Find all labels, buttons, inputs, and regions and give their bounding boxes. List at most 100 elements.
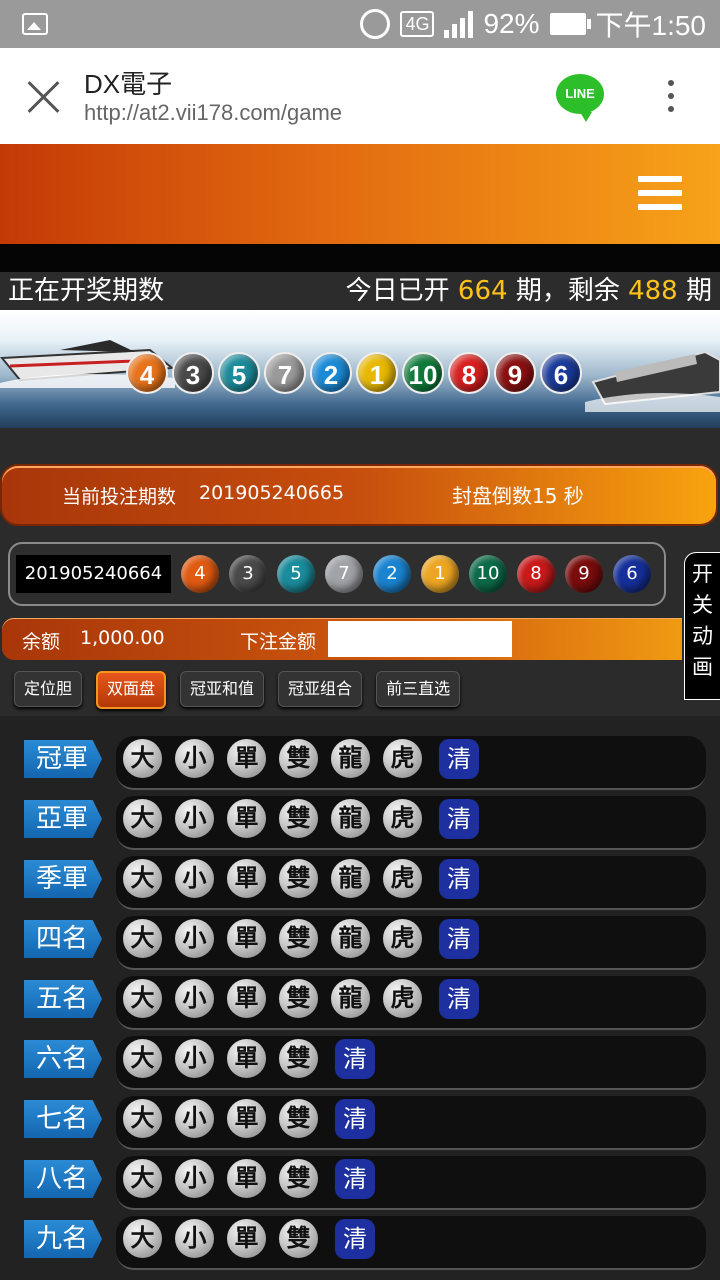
bet-option-chip[interactable]: 小: [175, 919, 214, 958]
bet-option-chip[interactable]: 虎: [383, 919, 422, 958]
bet-option-chip[interactable]: 小: [175, 1159, 214, 1198]
bet-option-chip[interactable]: 雙: [279, 739, 318, 778]
bet-option-chip[interactable]: 龍: [331, 919, 370, 958]
result-ball: 3: [229, 555, 267, 593]
result-ball: 7: [325, 555, 363, 593]
bet-option-chip[interactable]: 單: [227, 1159, 266, 1198]
bet-option-chip[interactable]: 雙: [279, 1039, 318, 1078]
tab-bet-type[interactable]: 冠亚组合: [278, 671, 363, 707]
tab-bet-type[interactable]: 冠亚和值: [180, 671, 265, 707]
bet-option-chip[interactable]: 大: [123, 1219, 162, 1258]
result-ball: 2: [373, 555, 411, 593]
site-header: [0, 144, 720, 244]
bet-option-chip[interactable]: 小: [175, 739, 214, 778]
bet-option-chip[interactable]: 大: [123, 979, 162, 1018]
clear-button[interactable]: 清: [335, 1099, 375, 1139]
bet-option-chip[interactable]: 龍: [331, 799, 370, 838]
bet-row: 四名大小單雙龍虎清: [0, 914, 720, 972]
bet-option-chip[interactable]: 大: [123, 1099, 162, 1138]
bet-option-chip[interactable]: 雙: [279, 859, 318, 898]
anim-toggle-char: 动: [692, 624, 713, 648]
bet-option-chip[interactable]: 單: [227, 739, 266, 778]
more-options-icon[interactable]: [668, 80, 676, 114]
clear-button[interactable]: 清: [335, 1159, 375, 1199]
bet-option-chip[interactable]: 小: [175, 979, 214, 1018]
bet-option-chip[interactable]: 雙: [279, 919, 318, 958]
draw-stats: 今日已开 664 期，剩余 488 期: [346, 272, 712, 310]
tab-bet-type[interactable]: 定位胆: [14, 671, 83, 707]
bet-option-chip[interactable]: 雙: [279, 979, 318, 1018]
bet-row: 冠軍大小單雙龍虎清: [0, 734, 720, 792]
draw-info-bar: 正在开奖期数 今日已开 664 期，剩余 488 期: [0, 272, 720, 310]
bet-option-chip[interactable]: 單: [227, 1039, 266, 1078]
menu-icon[interactable]: [638, 176, 682, 212]
bet-row-label: 六名: [24, 1040, 102, 1078]
clear-button[interactable]: 清: [439, 799, 479, 839]
last-result-balls: 4 3 5 7 2 1 10 8 9 6: [181, 555, 651, 593]
bet-amount-input[interactable]: [328, 621, 512, 657]
bet-option-chip[interactable]: 大: [123, 739, 162, 778]
page-title: DX電子: [84, 69, 173, 99]
bet-option-chip[interactable]: 虎: [383, 799, 422, 838]
bet-row-label: 九名: [24, 1220, 102, 1258]
bet-option-chip[interactable]: 雙: [279, 1219, 318, 1258]
bet-row: 季軍大小單雙龍虎清: [0, 854, 720, 912]
bet-option-chip[interactable]: 雙: [279, 1099, 318, 1138]
bet-option-group: 大小單雙龍虎清: [123, 799, 479, 839]
tab-bet-type[interactable]: 双面盘: [96, 671, 167, 709]
bet-option-chip[interactable]: 單: [227, 859, 266, 898]
banner-ball: 7: [264, 352, 306, 394]
bet-option-chip[interactable]: 虎: [383, 979, 422, 1018]
browser-toolbar: DX電子 http://at2.vii178.com/game LINE: [0, 48, 720, 144]
bet-option-chip[interactable]: 大: [123, 859, 162, 898]
clear-button[interactable]: 清: [439, 859, 479, 899]
clear-button[interactable]: 清: [335, 1039, 375, 1079]
current-period-label: 当前投注期数: [62, 486, 177, 508]
banner-ball: 5: [218, 352, 260, 394]
bet-option-chip[interactable]: 單: [227, 1099, 266, 1138]
draw-stats-suffix: 期: [677, 276, 712, 306]
bet-row: 八名大小單雙清: [0, 1154, 720, 1212]
bet-option-chip[interactable]: 大: [123, 1039, 162, 1078]
balance-bar: 余额 1,000.00 下注金额: [2, 618, 682, 660]
signal-icon: [444, 10, 474, 38]
close-icon[interactable]: [26, 78, 62, 114]
bet-option-chip[interactable]: 小: [175, 1099, 214, 1138]
bet-option-chip[interactable]: 雙: [279, 799, 318, 838]
drawing-label: 正在开奖期数: [8, 276, 165, 306]
opened-count: 664: [457, 276, 508, 306]
tab-bet-type[interactable]: 前三直选: [376, 671, 461, 707]
bet-option-chip[interactable]: 單: [227, 919, 266, 958]
bet-row: 亞軍大小單雙龍虎清: [0, 794, 720, 852]
bet-option-chip[interactable]: 大: [123, 1159, 162, 1198]
bet-option-chip[interactable]: 龍: [331, 739, 370, 778]
bet-option-chip[interactable]: 大: [123, 799, 162, 838]
bet-option-chip[interactable]: 小: [175, 859, 214, 898]
line-share-icon[interactable]: LINE: [556, 74, 604, 122]
clear-button[interactable]: 清: [439, 739, 479, 779]
balance-value: 1,000.00: [80, 627, 165, 649]
bet-row-label: 四名: [24, 920, 102, 958]
bet-option-chip[interactable]: 龍: [331, 979, 370, 1018]
result-ball: 8: [517, 555, 555, 593]
bet-option-chip[interactable]: 龍: [331, 859, 370, 898]
bet-option-chip[interactable]: 單: [227, 1219, 266, 1258]
clear-button[interactable]: 清: [335, 1219, 375, 1259]
bet-option-chip[interactable]: 虎: [383, 739, 422, 778]
bet-option-chip[interactable]: 雙: [279, 1159, 318, 1198]
banner-ball: 8: [448, 352, 490, 394]
status-indicators: 4G 92% 下午1:50: [360, 6, 706, 42]
bet-option-chip[interactable]: 單: [227, 979, 266, 1018]
bet-option-chip[interactable]: 虎: [383, 859, 422, 898]
bet-option-chip[interactable]: 小: [175, 799, 214, 838]
bet-option-chip[interactable]: 小: [175, 1219, 214, 1258]
animation-toggle-button[interactable]: 开 关 动 画: [684, 552, 720, 700]
clear-button[interactable]: 清: [439, 919, 479, 959]
clear-button[interactable]: 清: [439, 979, 479, 1019]
bet-option-chip[interactable]: 小: [175, 1039, 214, 1078]
bet-option-chip[interactable]: 單: [227, 799, 266, 838]
bet-row-label: 七名: [24, 1100, 102, 1138]
page-url[interactable]: http://at2.vii178.com/game: [84, 100, 342, 126]
network-type: 4G: [400, 11, 435, 37]
bet-option-chip[interactable]: 大: [123, 919, 162, 958]
